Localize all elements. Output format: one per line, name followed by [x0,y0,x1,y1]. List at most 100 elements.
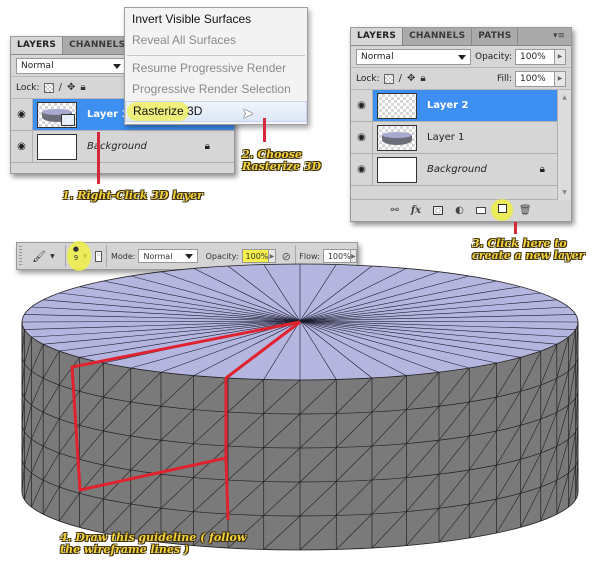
airbrush-icon[interactable]: ⊘ [282,250,291,263]
annotation-step2: 2. Choose Rasterize 3D [242,149,321,173]
lock-row: Lock: / ✥ 🔒︎ Fill: 100% ▶ [351,68,571,90]
layer-row-layer-2[interactable]: ◉ Layer 2 [351,90,557,122]
fill-label: Fill: [496,73,512,84]
layer-row-layer-1[interactable]: ◉ Layer 1 [351,122,557,154]
scrollbar[interactable]: ▲ ▼ [557,90,571,200]
fx-icon[interactable]: fx [411,205,421,216]
mode-dropdown[interactable]: Normal [138,249,198,263]
flow-stepper[interactable]: ▶ [350,249,357,263]
wireframe-spoke [103,280,301,322]
opacity-input[interactable]: 100% [515,48,555,65]
chevron-down-icon [113,63,121,69]
menu-item-invert-visible-surfaces[interactable]: Invert Visible Surfaces [125,10,307,31]
wireframe-spoke [299,292,541,322]
wireframe-spoke [299,286,521,322]
tab-paths[interactable]: PATHS [472,28,519,45]
adjustment-icon[interactable]: ◐ [455,205,464,216]
layer-row-background[interactable]: ◉ Background 🔒︎ [11,131,234,163]
menu-item-rasterize-3d[interactable]: Rasterize 3D ➤ [125,101,307,122]
layer-row-background[interactable]: ◉ Background 🔒︎ [351,154,557,186]
brush-panel-toggle-icon[interactable]: ⁘ [95,250,103,262]
wireframe-diagonal [42,452,60,481]
wireframe-spoke [21,320,301,323]
lock-all-icon[interactable]: 🔒︎ [420,73,425,84]
eye-icon[interactable]: ◉ [11,131,33,162]
wireframe-spoke [59,320,301,352]
fill-input[interactable]: 100% [515,70,555,87]
blend-mode-dropdown[interactable]: Normal [16,57,126,74]
eye-icon[interactable]: ◉ [351,154,373,185]
wireframe-diagonal [371,511,407,549]
wireframe-ring [21,355,579,415]
wireframe-spoke [24,320,301,330]
brush-lock-icon[interactable]: / [399,73,402,84]
wireframe-spoke [263,264,301,322]
wireframe-diagonal [438,435,470,475]
menu-item-reveal-all-surfaces[interactable]: Reveal All Surfaces [125,31,307,52]
folder-icon[interactable] [475,206,486,214]
panel-menu-icon[interactable]: ▾≡ [547,28,571,45]
tab-channels[interactable]: CHANNELS [63,37,133,54]
wireframe-diagonal [568,329,576,372]
tab-layers[interactable]: LAYERS [11,37,64,54]
lock-transparency-icon[interactable] [383,73,394,84]
scroll-up-icon[interactable]: ▲ [558,94,571,101]
wireframe-diagonal [193,479,229,512]
wireframe-diagonal [103,503,131,534]
layer-name: Layer 2 [427,100,469,111]
opacity-label: Opacity: [475,51,512,62]
wireframe-diagonal [520,384,542,426]
mode-value: Normal [143,251,173,261]
wireframe-diagonal [540,378,558,420]
opacity-stepper[interactable]: ▶ [269,249,276,263]
eye-icon[interactable]: ◉ [351,90,373,121]
brush-lock-icon[interactable]: / [59,82,62,93]
lock-all-icon[interactable]: 🔒︎ [80,82,85,93]
wireframe-spoke [160,320,301,373]
wireframe-diagonal [371,409,407,447]
cylinder-thumb [382,131,412,145]
wireframe-diagonal [468,362,497,403]
annotation-line: create a new layer [472,249,585,262]
mask-icon[interactable] [433,205,444,215]
link-icon[interactable]: ⚯ [390,205,398,216]
scroll-down-icon[interactable]: ▼ [558,189,571,196]
annotation-line: Rasterize 3D [242,160,322,173]
separator [106,245,107,267]
wireframe-spoke [299,280,497,322]
brush-size-picker[interactable]: ● 9 [67,241,92,271]
wireframe-spoke [299,320,440,373]
trash-icon[interactable]: 🗑︎ [519,205,532,216]
opacity-stepper[interactable]: ▶ [555,48,566,65]
chevron-down-icon[interactable]: ▼ [50,253,55,260]
eye-icon[interactable]: ◉ [11,99,33,130]
new-layer-button[interactable] [490,199,513,221]
move-lock-icon[interactable]: ✥ [407,73,415,84]
lock-transparency-icon[interactable] [43,82,54,93]
opacity-input[interactable]: 100% [241,249,270,263]
wireframe-diagonal [336,479,373,516]
tab-channels[interactable]: CHANNELS [403,28,473,45]
toolbar-grip[interactable] [19,246,23,266]
wireframe-diagonal [24,336,32,364]
wireframe-spoke [299,275,470,322]
wireframe-diagonal [31,378,44,406]
wireframe-diagonal [263,481,301,516]
wireframe-spoke [160,271,301,322]
move-lock-icon[interactable]: ✥ [67,82,75,93]
wireframe-spoke [299,299,557,322]
flow-input[interactable]: 100% [322,249,351,263]
menu-item-resume-progressive-render[interactable]: Resume Progressive Render [125,59,307,80]
eye-icon[interactable]: ◉ [351,122,373,153]
cylinder-side [21,321,579,551]
brush-size-value: 9 [73,254,79,262]
layer-name: Layer 1 [87,109,129,120]
brush-dot-icon: ● [72,245,79,253]
menu-item-progressive-render-selection[interactable]: Progressive Render Selection [125,80,307,101]
blend-mode-dropdown[interactable]: Normal [356,48,471,65]
wireframe-spoke [59,292,301,322]
wireframe-diagonal [130,372,162,403]
fill-stepper[interactable]: ▶ [555,70,566,87]
brush-tool-icon[interactable]: 🖌︎ [32,250,46,263]
tab-layers[interactable]: LAYERS [351,28,404,45]
